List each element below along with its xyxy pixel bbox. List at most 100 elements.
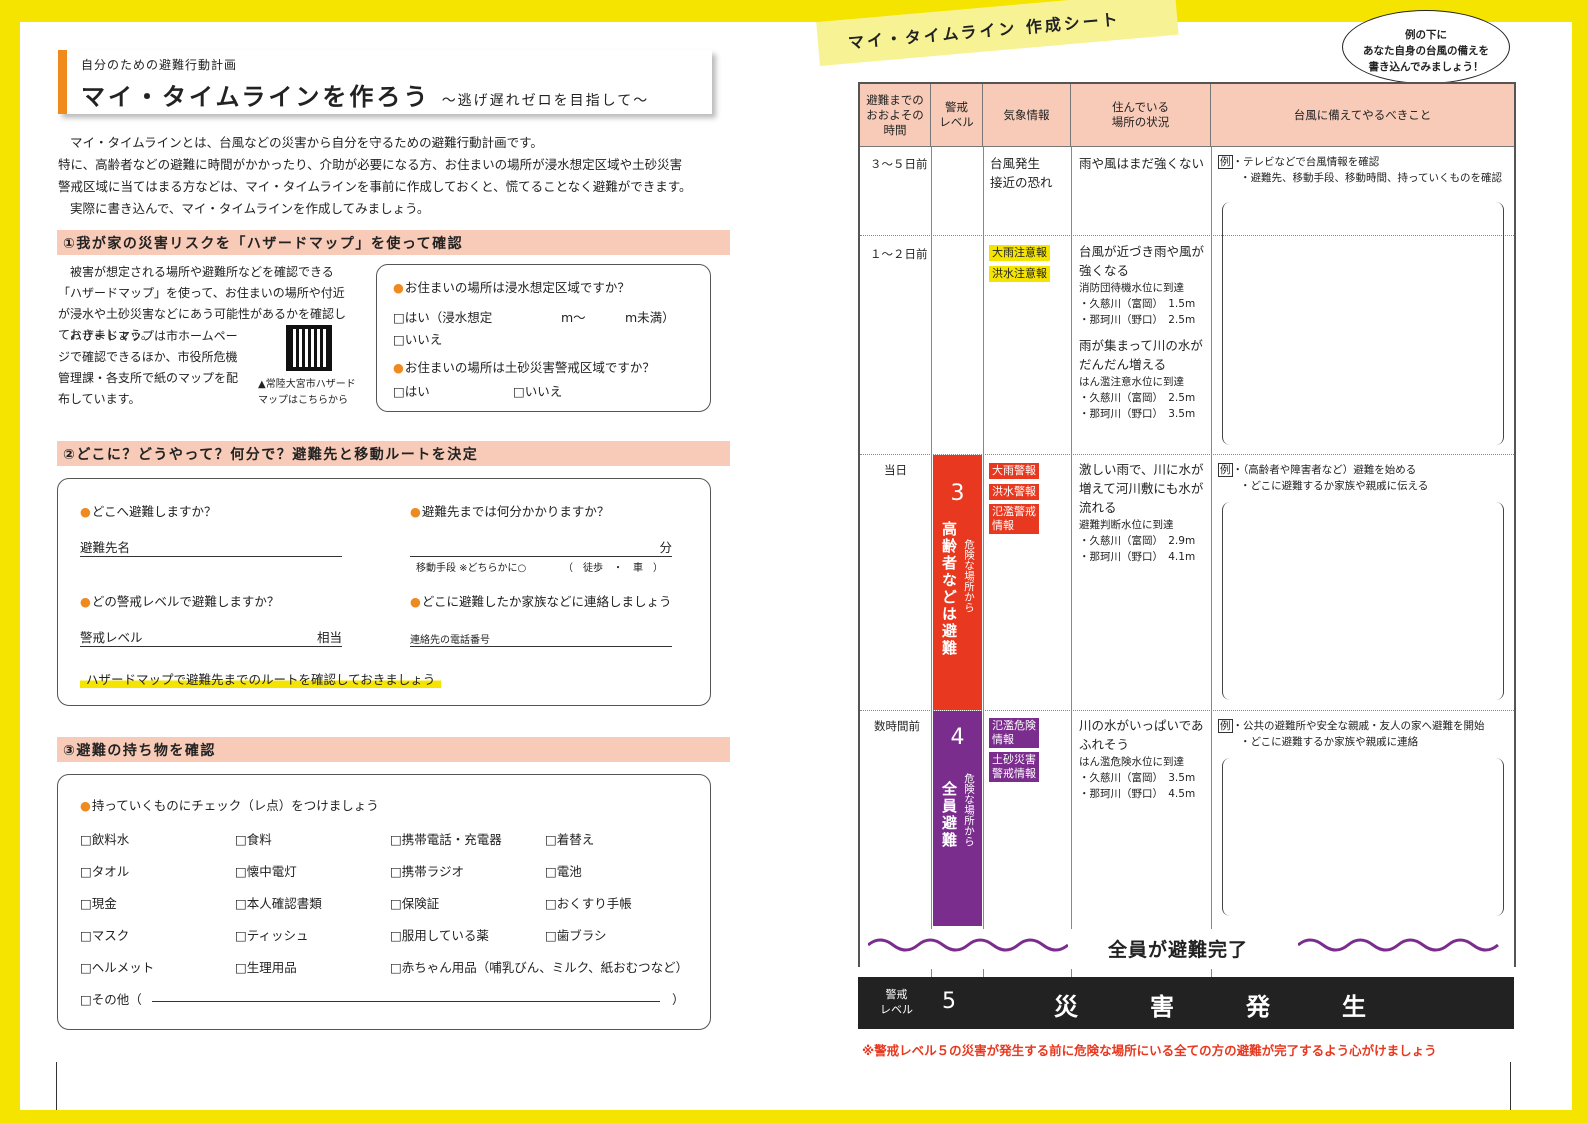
level3-text: 高齢者などは避難 [940, 521, 958, 657]
r1-weather: 台風発生 接近の恐れ [990, 156, 1053, 190]
river-level: ・久慈川（富岡） 1.5m [1079, 298, 1196, 310]
intro-line: 警戒区域に当てはまる方などは、マイ・タイムラインを事前に作成しておくと、慌てるこ… [58, 179, 692, 194]
destination-field[interactable]: 避難先名 [80, 537, 342, 557]
river-level: ・久慈川（富岡） 2.5m [1079, 392, 1196, 404]
level4-number: 4 [950, 725, 965, 750]
s2-q2: 避難先までは何分かかりますか？ [410, 501, 610, 520]
r4-example: 例・公共の避難所や安全な親戚・友人の家へ避難を開始 ・どこに避難するか家族や親戚に… [1218, 719, 1485, 748]
bubble-line: 書き込んでみましょう！ [1368, 61, 1484, 73]
transport-options[interactable]: （ 徒歩 ・ 車 ） [563, 559, 663, 574]
s1-text2: ハザードマップは市ホームページで確認できるほか、市役所危機管理課・各支所で紙のマ… [58, 329, 239, 406]
page-title: マイ・タイムラインを作ろう 〜逃げ遅れゼロを目指して〜 [81, 83, 650, 111]
s1-q2-no[interactable]: □いいえ [513, 381, 562, 400]
s2-route-note: ハザードマップで避難先までのルートを確認しておきましょう [80, 669, 442, 688]
wave-right-icon [1298, 938, 1499, 952]
wave-left-icon [868, 938, 1068, 952]
s1-question-box: お住まいの場所は浸水想定区域ですか？ □はい（浸水想定 m〜 m未満） □いいえ… [376, 264, 711, 412]
tag-landslide-alert-info: 土砂災害 警戒情報 [989, 752, 1039, 782]
checklist-item[interactable]: □ティッシュ [235, 925, 309, 944]
river-level: ・那珂川（野口） 4.5m [1079, 788, 1196, 800]
header-weather: 気象情報 [983, 84, 1071, 147]
section2-heading: ②どこに？どうやって？何分で？避難先と移動ルートを決定 [57, 441, 730, 466]
checklist-item[interactable]: □ヘルメット [80, 957, 154, 976]
col-divider [931, 147, 932, 980]
r2-sit1: 台風が近づき雨や風が強くなる [1079, 244, 1205, 278]
checklist-item[interactable]: □携帯電話・充電器 [390, 829, 502, 848]
checklist-item[interactable]: □懐中電灯 [235, 861, 297, 880]
r1-time: ３〜５日前 [870, 157, 928, 171]
river-level: ・那珂川（野口） 4.1m [1079, 551, 1196, 563]
all-evacuated-text: 全員が避難完了 [1108, 939, 1249, 961]
r4-write-area[interactable] [1222, 758, 1504, 916]
checklist-item[interactable]: □現金 [80, 893, 117, 912]
phone-field[interactable]: 連絡先の電話番号 [410, 631, 672, 647]
other-field[interactable] [152, 1001, 660, 1002]
col-divider [983, 147, 984, 980]
header-todo: 台風に備えてやるべきこと [1211, 84, 1514, 147]
bubble-line: 例の下に [1405, 29, 1447, 41]
r3-example: 例・（高齢者や障害者など）避難を始める ・どこに避難するか家族や親戚に伝える [1218, 463, 1429, 492]
intro-line: 実際に書き込んで、マイ・タイムラインを作成してみましょう。 [70, 201, 430, 216]
section3-heading: ③避難の持ち物を確認 [57, 737, 730, 762]
level4-text: 全員避難 [940, 781, 958, 849]
r3-sit: 激しい雨で、川に水が増えて河川敷にも水が流れる [1079, 462, 1204, 515]
checklist-item[interactable]: □保険証 [390, 893, 439, 912]
sheet-title-tape: マイ・タイムライン 作成シート [816, 0, 1179, 66]
s1-q1-no[interactable]: □いいえ [393, 329, 442, 348]
header-level: 警戒 レベル [931, 84, 983, 147]
checklist-item[interactable]: □歯ブラシ [545, 925, 607, 944]
s2-box: どこへ避難しますか？ 避難先名 避難先までは何分かかりますか？ 分 移動手段 ※… [57, 478, 711, 706]
checklist-item[interactable]: □タオル [80, 861, 129, 880]
r4-situation: 川の水がいっぱいであふれそう はん濫危険水位に到達 ・久慈川（富岡） 3.5m … [1079, 716, 1207, 802]
checklist-item[interactable]: □本人確認書類 [235, 893, 322, 912]
r3-time: 当日 [884, 463, 907, 477]
qr-caption: ▲常陸大宮市ハザードマップはこちらから [258, 379, 356, 406]
s2-q4: どこに避難したか家族などに連絡しましょう [410, 591, 672, 610]
tag-flood-alert-info: 氾濫警戒 情報 [989, 504, 1039, 534]
checklist-item[interactable]: □おくすり手帳 [545, 893, 632, 912]
example-mark: 例 [1218, 719, 1233, 733]
bar-char: 発 [1246, 993, 1270, 1021]
header-situation: 住んでいる 場所の状況 [1071, 84, 1211, 147]
r2-time: １〜２日前 [870, 247, 928, 261]
r1-write-area[interactable] [1222, 202, 1504, 445]
subtitle: 自分のための避難行動計画 [81, 58, 238, 72]
s1-q2: お住まいの場所は土砂災害警戒区域ですか？ [393, 357, 655, 376]
checklist-item[interactable]: □食料 [235, 829, 272, 848]
checklist-item[interactable]: □生理用品 [235, 957, 297, 976]
right-crop-mark [1510, 1062, 1511, 1110]
level4-small: 危険な場所から [963, 773, 975, 847]
checklist-item[interactable]: □電池 [545, 861, 582, 880]
tag-flood-danger-info: 氾濫危険 情報 [989, 718, 1039, 748]
s1-q1-yes[interactable]: □はい（浸水想定 [393, 307, 492, 326]
river-level: ・那珂川（野口） 3.5m [1079, 408, 1196, 420]
other-checkbox[interactable]: □その他（ [80, 989, 142, 1008]
alert-level-field[interactable]: 警戒レベル 相当 [80, 627, 342, 647]
r3-write-area[interactable] [1222, 502, 1504, 700]
col-divider [1071, 147, 1072, 980]
s1-q1-m1: m〜 [561, 310, 586, 325]
checklist-item[interactable]: □マスク [80, 925, 129, 944]
s2-q3: どの警戒レベルで避難しますか？ [80, 591, 280, 610]
other-close: ） [672, 992, 685, 1007]
tag-flood-advisory: 洪水注意報 [989, 266, 1050, 282]
example-mark: 例 [1218, 155, 1233, 169]
checklist-item[interactable]: □携帯ラジオ [390, 861, 464, 880]
checklist-item[interactable]: □服用している薬 [390, 925, 489, 944]
r2-sub1: 消防団待機水位に到達 [1079, 282, 1184, 294]
level3-number: 3 [950, 481, 965, 506]
checklist-item[interactable]: □飲料水 [80, 829, 129, 848]
checklist-item[interactable]: □赤ちゃん用品（哺乳びん、ミルク、紙おむつなど） [390, 957, 688, 976]
s3-lead: 持っていくものにチェック（レ点）をつけましょう [80, 795, 379, 814]
r4-time: 数時間前 [874, 719, 920, 733]
s1-q2-yes[interactable]: □はい [393, 381, 430, 400]
bar-level: 5 [942, 989, 956, 1014]
bar-label: 警戒 レベル [880, 988, 913, 1016]
qr-code-icon[interactable] [284, 323, 334, 373]
r2-sit2: 雨が集まって川の水がだんだん増える [1079, 338, 1203, 372]
minutes-field[interactable]: 分 [410, 537, 672, 557]
checklist-item[interactable]: □着替え [545, 829, 594, 848]
done-row: 全員が避難完了 [860, 929, 1514, 969]
s2-q1: どこへ避難しますか？ [80, 501, 217, 520]
bar-char: 害 [1150, 993, 1174, 1021]
